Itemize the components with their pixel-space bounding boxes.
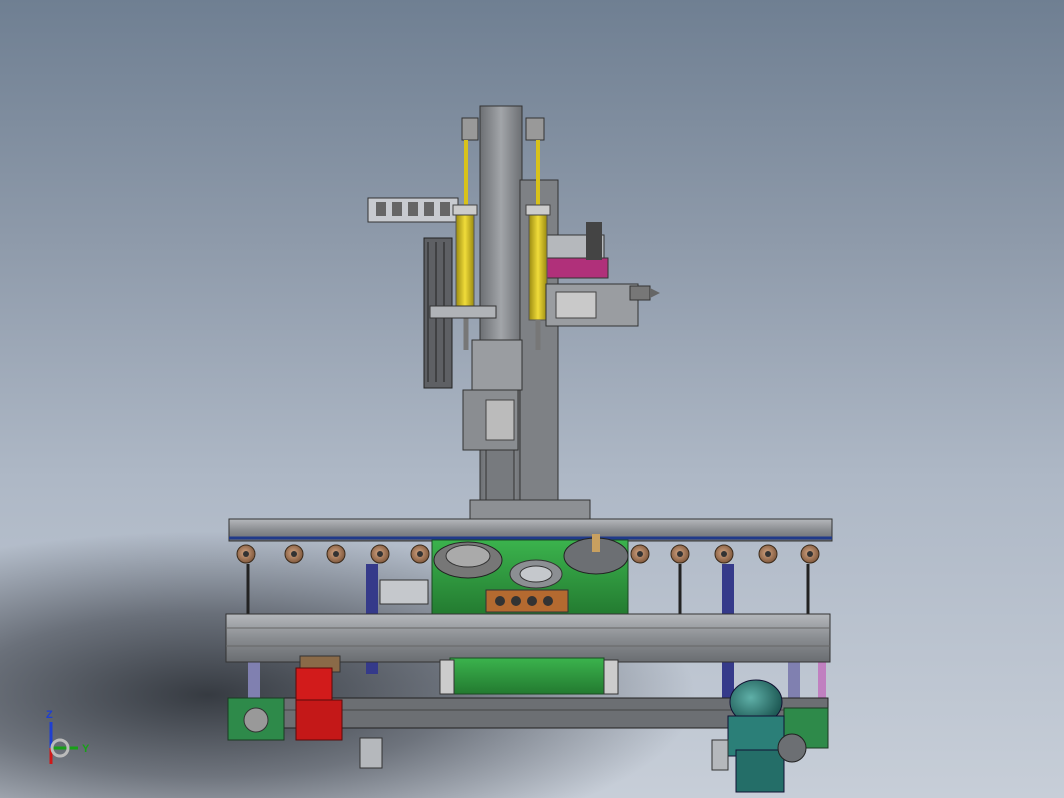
conveyor-rail-front [225, 613, 831, 663]
roller-axle [417, 551, 423, 557]
green-lower-carriage [439, 657, 619, 695]
roller-axle [765, 551, 771, 557]
roller-axle [721, 551, 727, 557]
y-axis-label: Y [82, 743, 90, 755]
cad-viewport[interactable]: Z Y [0, 0, 1064, 798]
roller-axle [333, 551, 339, 557]
sensor-block [586, 222, 602, 260]
magenta-mount-plate [539, 257, 609, 279]
z-axis-label: Z [46, 709, 53, 721]
roller-axle [243, 551, 249, 557]
leg-foot-right [711, 739, 729, 771]
coordinate-triad: Z Y [46, 709, 90, 764]
conveyor-rail-back [228, 518, 833, 542]
roller-axle [677, 551, 683, 557]
guide-cylinder [379, 579, 429, 605]
roller-axle [377, 551, 383, 557]
machine-assembly-model[interactable] [0, 0, 1064, 798]
green-indexing-table[interactable] [431, 534, 629, 617]
leg-foot-left [359, 737, 383, 769]
roller-axle [807, 551, 813, 557]
roller-axle [637, 551, 643, 557]
roller-axle [291, 551, 297, 557]
